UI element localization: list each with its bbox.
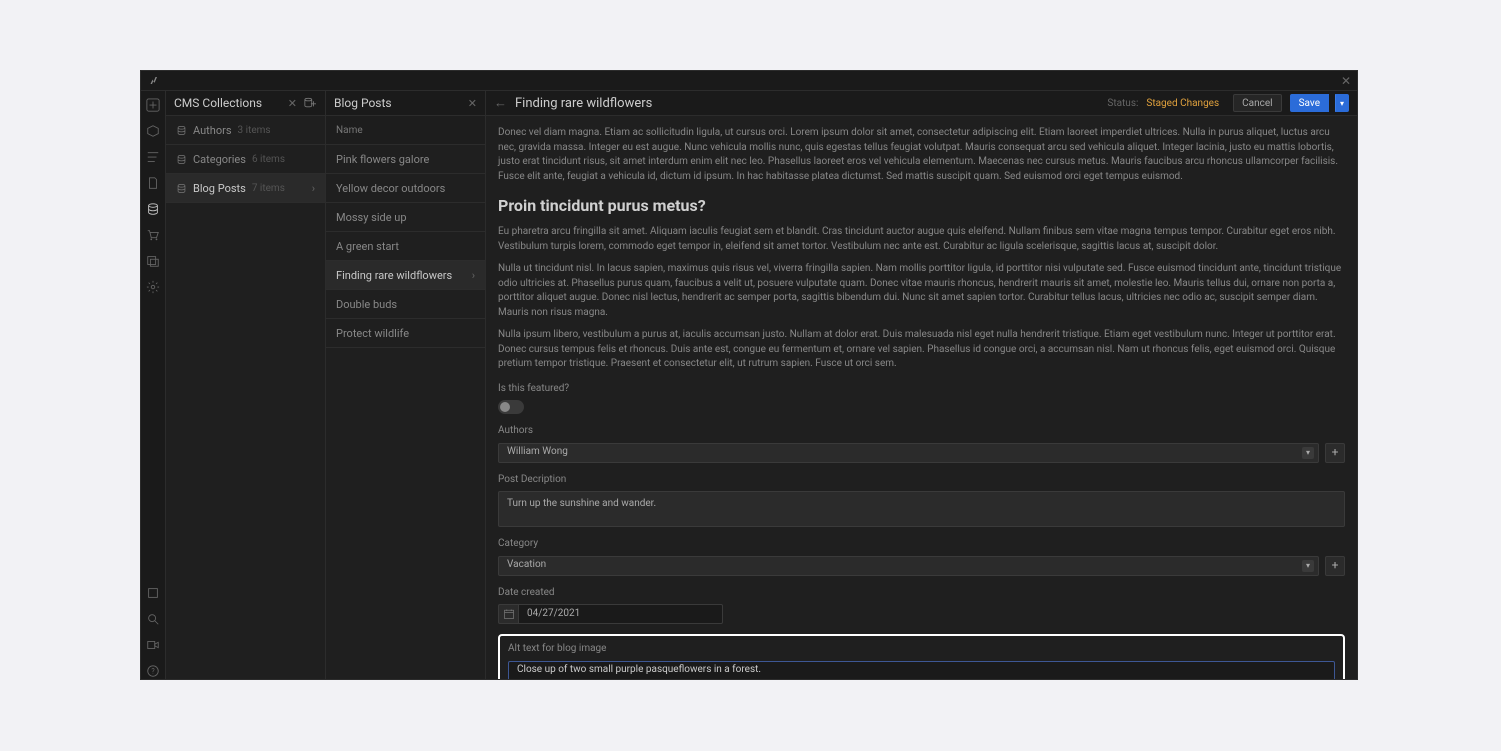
cancel-button[interactable]: Cancel: [1233, 94, 1281, 112]
post-desc-label: Post Decription: [498, 473, 1345, 488]
box-icon[interactable]: [145, 123, 161, 139]
titlebar: ✕: [141, 71, 1357, 91]
posts-column-header: Name: [326, 116, 485, 145]
save-dropdown-icon[interactable]: ▾: [1335, 94, 1349, 112]
alt-text-input[interactable]: Close up of two small purple pasqueflowe…: [508, 661, 1335, 679]
body-paragraph: Nulla ut tincidunt nisl. In lacus sapien…: [498, 262, 1345, 320]
collection-item[interactable]: Blog Posts 7 items ›: [166, 174, 325, 203]
status-label: Status:: [1107, 98, 1138, 109]
close-icon[interactable]: ✕: [468, 97, 477, 110]
main-area: ? CMS Collections ✕ Authors 3 items Catego…: [141, 91, 1357, 679]
save-button[interactable]: Save: [1290, 94, 1329, 112]
posts-header: Blog Posts ✕: [326, 91, 485, 116]
pages-icon[interactable]: [145, 175, 161, 191]
device-icon[interactable]: [145, 585, 161, 601]
webflow-logo-icon: [147, 75, 159, 87]
chevron-right-icon: ›: [312, 182, 315, 195]
collections-list: Authors 3 items Categories 6 items Blog Post…: [166, 116, 325, 203]
collections-panel: CMS Collections ✕ Authors 3 items Categori…: [166, 91, 326, 679]
body-paragraph: Nulla ipsum libero, vestibulum a purus a…: [498, 328, 1345, 372]
collection-count: 7 items: [252, 183, 285, 194]
add-author-button[interactable]: +: [1325, 443, 1345, 463]
post-label: Mossy side up: [336, 211, 407, 224]
database-icon: [176, 183, 187, 194]
editor-body: Donec vel diam magna. Etiam ac sollicitu…: [486, 116, 1357, 679]
date-label: Date created: [498, 586, 1345, 601]
post-item[interactable]: A green start: [326, 232, 485, 261]
post-desc-textarea[interactable]: Turn up the sunshine and wander.: [498, 491, 1345, 527]
help-icon[interactable]: ?: [145, 663, 161, 679]
editor-panel: ← Finding rare wildflowers Status: Stage…: [486, 91, 1357, 679]
date-value: 04/27/2021: [527, 607, 580, 622]
settings-icon[interactable]: [145, 279, 161, 295]
collection-count: 6 items: [252, 154, 285, 165]
posts-panel: Blog Posts ✕ Name Pink flowers galore Yel…: [326, 91, 486, 679]
authors-value: William Wong: [507, 445, 568, 460]
navigator-icon[interactable]: [145, 149, 161, 165]
chevron-right-icon: ›: [472, 269, 475, 282]
post-label: Yellow decor outdoors: [336, 182, 445, 195]
editor-header: ← Finding rare wildflowers Status: Stage…: [486, 91, 1357, 116]
search-icon[interactable]: [145, 611, 161, 627]
calendar-icon[interactable]: [498, 604, 518, 624]
post-item[interactable]: Protect wildlife: [326, 319, 485, 348]
chevron-down-icon: ▾: [1302, 560, 1314, 572]
post-item[interactable]: Yellow decor outdoors: [326, 174, 485, 203]
video-icon[interactable]: [145, 637, 161, 653]
ecommerce-icon[interactable]: [145, 227, 161, 243]
collection-label: Authors: [193, 124, 232, 137]
post-item[interactable]: Double buds: [326, 290, 485, 319]
post-label: Finding rare wildflowers: [336, 269, 452, 282]
body-paragraph: Eu pharetra arcu fringilla sit amet. Ali…: [498, 225, 1345, 254]
authors-label: Authors: [498, 424, 1345, 439]
date-input[interactable]: 04/27/2021: [518, 604, 723, 624]
alt-text-highlight: Alt text for blog image Close up of two …: [498, 634, 1345, 679]
chevron-down-icon: ▾: [1302, 447, 1314, 459]
featured-toggle[interactable]: [498, 400, 524, 414]
editor-title: Finding rare wildflowers: [515, 96, 1099, 111]
post-item[interactable]: Finding rare wildflowers ›: [326, 261, 485, 290]
post-label: Protect wildlife: [336, 327, 409, 340]
alt-text-label: Alt text for blog image: [508, 642, 1335, 657]
featured-label: Is this featured?: [498, 382, 1345, 397]
alt-text-value: Close up of two small purple pasqueflowe…: [517, 663, 761, 678]
body-heading: Proin tincidunt purus metus?: [498, 194, 1345, 217]
database-icon: [176, 154, 187, 165]
post-label: A green start: [336, 240, 399, 253]
category-label: Category: [498, 537, 1345, 552]
app-window: ✕ ? CMS Collections ✕: [140, 70, 1358, 680]
collection-item[interactable]: Authors 3 items: [166, 116, 325, 145]
window-close-icon[interactable]: ✕: [1341, 74, 1351, 88]
add-collection-icon[interactable]: [303, 97, 317, 109]
status-value: Staged Changes: [1146, 98, 1219, 109]
authors-select[interactable]: William Wong ▾: [498, 443, 1319, 463]
collections-title: CMS Collections: [174, 96, 282, 110]
post-item[interactable]: Mossy side up: [326, 203, 485, 232]
assets-icon[interactable]: [145, 253, 161, 269]
post-item[interactable]: Pink flowers galore: [326, 145, 485, 174]
close-icon[interactable]: ✕: [288, 97, 297, 110]
collection-count: 3 items: [238, 125, 271, 136]
svg-text:?: ?: [151, 668, 155, 676]
post-label: Pink flowers galore: [336, 153, 429, 166]
add-icon[interactable]: [145, 97, 161, 113]
collection-label: Blog Posts: [193, 182, 246, 195]
post-label: Double buds: [336, 298, 397, 311]
back-icon[interactable]: ←: [494, 95, 507, 111]
category-select[interactable]: Vacation ▾: [498, 556, 1319, 576]
cms-icon[interactable]: [145, 201, 161, 217]
column-name-label: Name: [336, 125, 363, 136]
collections-header: CMS Collections ✕: [166, 91, 325, 116]
posts-title: Blog Posts: [334, 96, 462, 110]
body-paragraph: Donec vel diam magna. Etiam ac sollicitu…: [498, 126, 1345, 184]
collection-item[interactable]: Categories 6 items: [166, 145, 325, 174]
category-value: Vacation: [507, 558, 546, 573]
add-category-button[interactable]: +: [1325, 556, 1345, 576]
post-desc-value: Turn up the sunshine and wander.: [507, 498, 656, 509]
posts-list: Pink flowers galore Yellow decor outdoors…: [326, 145, 485, 348]
left-rail: ?: [141, 91, 166, 679]
database-icon: [176, 125, 187, 136]
collection-label: Categories: [193, 153, 246, 166]
